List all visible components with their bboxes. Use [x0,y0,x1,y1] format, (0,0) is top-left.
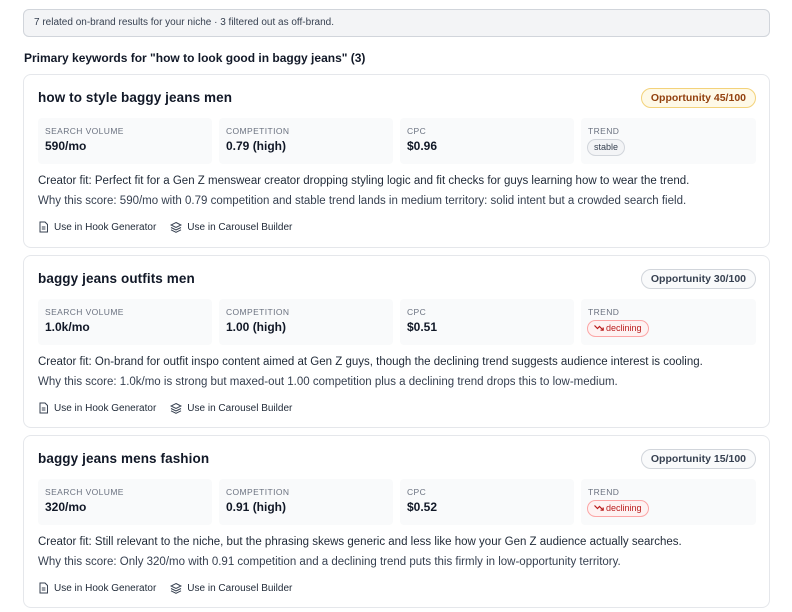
metric-label: COMPETITION [226,307,290,317]
metric-value: $0.52 [407,500,438,514]
metric-label: TREND [588,487,620,497]
metric-cpc: CPC $0.52 [400,479,574,525]
metric-trend: TREND declining [581,479,756,525]
metric-label: CPC [407,126,427,136]
metric-trend: TREND stable [581,118,756,164]
metric-label: SEARCH VOLUME [45,126,124,136]
card-actions: Use in Hook Generator Use in Carousel Bu… [38,402,292,414]
layers-icon [170,221,183,233]
keyword-title: baggy jeans outfits men [38,271,195,286]
metric-value: $0.96 [407,139,438,153]
metric-competition: COMPETITION 1.00 (high) [219,299,393,345]
document-icon [39,402,48,414]
opportunity-badge: Opportunity 15/100 [640,449,756,469]
metric-label: CPC [407,487,427,497]
document-icon [39,221,48,233]
section-title: Primary keywords for "how to look good i… [24,51,366,65]
creator-fit-text: Creator fit: Perfect fit for a Gen Z men… [38,175,690,187]
creator-fit-text: Creator fit: Still relevant to the niche… [38,536,682,548]
results-summary-banner: 7 related on-brand results for your nich… [23,9,770,37]
use-in-hook-generator-button[interactable]: Use in Hook Generator [38,221,156,233]
trend-badge: declining [587,500,649,517]
use-in-hook-generator-button[interactable]: Use in Hook Generator [38,402,156,414]
metric-trend: TREND declining [581,299,756,345]
metric-label: TREND [588,126,620,136]
trend-down-icon [594,325,604,331]
metric-competition: COMPETITION 0.79 (high) [219,118,393,164]
use-in-carousel-builder-button[interactable]: Use in Carousel Builder [170,582,292,594]
metric-value: 590/mo [45,139,87,153]
metric-competition: COMPETITION 0.91 (high) [219,479,393,525]
action-label: Use in Hook Generator [54,582,157,594]
score-reason-text: Why this score: 590/mo with 0.79 competi… [38,195,687,207]
card-actions: Use in Hook Generator Use in Carousel Bu… [38,221,292,233]
metric-search-volume: SEARCH VOLUME 1.0k/mo [38,299,212,345]
trend-label: declining [606,323,642,333]
metric-cpc: CPC $0.96 [400,118,574,164]
keyword-card: baggy jeans mens fashion Opportunity 15/… [23,435,770,608]
action-label: Use in Hook Generator [54,221,157,233]
opportunity-badge: Opportunity 30/100 [640,269,756,289]
keyword-card: baggy jeans outfits men Opportunity 30/1… [23,255,770,428]
keyword-title: baggy jeans mens fashion [38,451,210,466]
metric-cpc: CPC $0.51 [400,299,574,345]
opportunity-badge: Opportunity 45/100 [640,88,756,108]
metric-value: 1.00 (high) [226,320,287,334]
layers-icon [170,402,183,414]
trend-badge: stable [587,139,626,156]
trend-badge: declining [587,320,649,337]
metric-value: 0.79 (high) [226,139,287,153]
metric-value: $0.51 [407,320,438,334]
use-in-carousel-builder-button[interactable]: Use in Carousel Builder [170,221,292,233]
action-label: Use in Carousel Builder [187,582,293,594]
metric-label: SEARCH VOLUME [45,487,124,497]
metric-value: 320/mo [45,500,87,514]
trend-label: stable [594,142,619,152]
metric-search-volume: SEARCH VOLUME 590/mo [38,118,212,164]
trend-label: declining [606,503,642,513]
layers-icon [170,582,183,594]
metric-value: 0.91 (high) [226,500,287,514]
keyword-card: how to style baggy jeans men Opportunity… [23,74,770,248]
score-reason-text: Why this score: Only 320/mo with 0.91 co… [38,556,621,568]
use-in-carousel-builder-button[interactable]: Use in Carousel Builder [170,402,292,414]
metric-label: SEARCH VOLUME [45,307,124,317]
action-label: Use in Carousel Builder [187,402,293,414]
score-reason-text: Why this score: 1.0k/mo is strong but ma… [38,376,618,388]
metric-label: CPC [407,307,427,317]
metric-label: TREND [588,307,620,317]
metric-search-volume: SEARCH VOLUME 320/mo [38,479,212,525]
trend-down-icon [594,505,604,511]
creator-fit-text: Creator fit: On-brand for outfit inspo c… [38,356,703,368]
metric-label: COMPETITION [226,126,290,136]
document-icon [39,582,48,594]
metric-label: COMPETITION [226,487,290,497]
metric-value: 1.0k/mo [45,320,90,334]
action-label: Use in Hook Generator [54,402,157,414]
use-in-hook-generator-button[interactable]: Use in Hook Generator [38,582,156,594]
keyword-title: how to style baggy jeans men [38,90,233,105]
card-actions: Use in Hook Generator Use in Carousel Bu… [38,582,292,594]
action-label: Use in Carousel Builder [187,221,293,233]
